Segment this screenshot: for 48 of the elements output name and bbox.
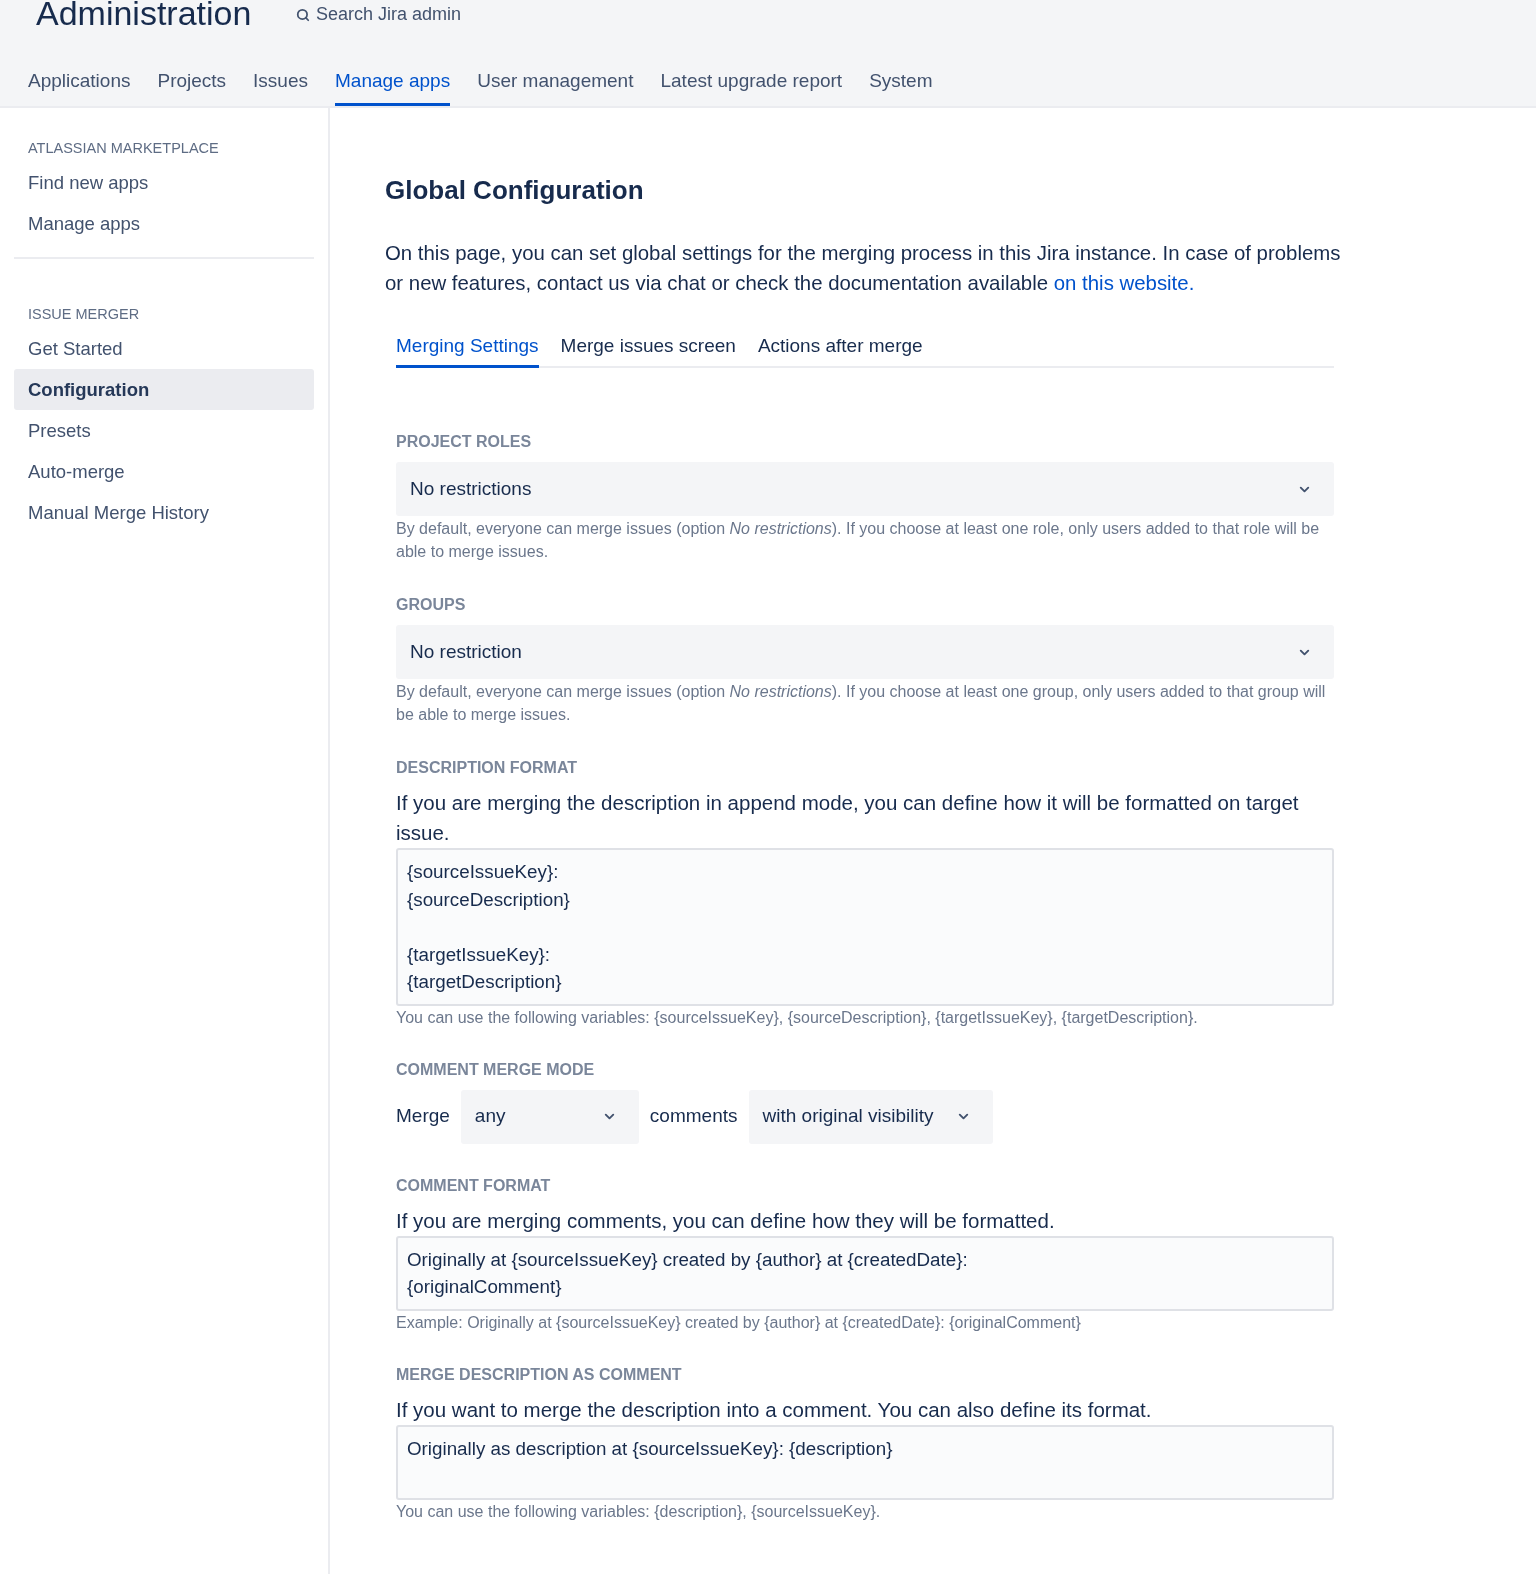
nav-tab[interactable]: User management [477, 68, 634, 106]
field-description: If you want to merge the description into a comment. You can also define its format. [396, 1396, 1153, 1423]
inline-label: Merge [396, 1104, 450, 1129]
select-dropdown[interactable]: No restriction [396, 625, 1334, 679]
select-dropdown[interactable]: with original visibility [748, 1089, 993, 1144]
inline-label: comments [649, 1104, 738, 1129]
sidebar-heading: ATLASSIAN MARKETPLACE [27, 139, 220, 157]
section-label: GROUPS [396, 595, 467, 615]
sidebar-heading: ISSUE MERGER [27, 305, 141, 323]
sidebar-item[interactable]: Manual Merge History [14, 492, 314, 533]
select-dropdown[interactable]: No restrictions [396, 462, 1334, 516]
section-label: DESCRIPTION FORMAT [396, 758, 579, 778]
page-title: Administration [36, 0, 253, 30]
format-textarea[interactable]: Originally as description at {sourceIssueKey}: {description} [396, 1424, 1334, 1500]
section-label: COMMENT MERGE MODE [396, 1059, 596, 1080]
help-text: Example: Originally at {sourceIssueKey} created by {author} at {createdDate}: {originalComment} [396, 1312, 1082, 1333]
format-textarea[interactable]: {sourceIssueKey}: {sourceDescription} {targetIssueKey}: {targetDescription} [396, 848, 1334, 1006]
field-description: If you are merging the description in append mode, you can define how it will be formatted on target issue. [396, 790, 1300, 846]
help-text: By default, everyone can merge issues (option No restrictions). If you choose at least one group, only users added to that group will be able to merge issues. [396, 682, 1327, 725]
website-link[interactable]: on this website. [1053, 272, 1195, 294]
nav-tab[interactable]: Projects [157, 68, 227, 106]
help-text: You can use the following variables: {description}, {sourceIssueKey}. [396, 1501, 882, 1522]
settings-tab[interactable]: Merge issues screen [560, 333, 736, 368]
field-description: If you are merging comments, you can define how they will be formatted. [396, 1207, 1056, 1234]
sidebar-item[interactable]: Find new apps [14, 162, 314, 203]
section-label: PROJECT ROLES [396, 432, 533, 452]
section-label: MERGE DESCRIPTION AS COMMENT [396, 1364, 683, 1385]
nav-tab[interactable]: Issues [253, 68, 308, 106]
search-icon [296, 7, 310, 22]
format-textarea[interactable]: Originally at {sourceIssueKey} created by {author} at {createdDate}: {originalComment} [396, 1235, 1334, 1311]
settings-tab[interactable]: Actions after merge [757, 333, 923, 368]
nav-tab[interactable]: Latest upgrade report [660, 68, 843, 106]
nav-tab[interactable]: Applications [28, 68, 131, 106]
sidebar-item[interactable]: Manage apps [14, 203, 314, 244]
settings-tab[interactable]: Merging Settings [396, 333, 539, 368]
section-label: COMMENT FORMAT [396, 1175, 552, 1196]
search-field[interactable]: Search Jira admin [316, 1, 506, 28]
help-text: You can use the following variables: {sourceIssueKey}, {sourceDescription}, {targetIssueKey}, {targetDescription}. [396, 1007, 1199, 1028]
intro-paragraph: On this page, you can set global settings for the merging process in this Jira instance. In case of problems or new features, contact us via chat or check the documentation available on this website. [385, 241, 1342, 296]
sidebar-item[interactable]: Configuration [14, 369, 314, 410]
sidebar-item[interactable]: Presets [14, 410, 314, 451]
nav-tab[interactable]: System [869, 68, 933, 106]
nav-tab[interactable]: Manage apps [335, 68, 451, 106]
page-heading: Global Configuration [385, 174, 645, 206]
select-dropdown[interactable]: any [460, 1089, 639, 1144]
sidebar-item[interactable]: Get Started [14, 328, 314, 369]
sidebar-item[interactable]: Auto-merge [14, 451, 314, 492]
help-text: By default, everyone can merge issues (option No restrictions). If you choose at least one role, only users added to that role will be able to merge issues. [396, 519, 1321, 562]
